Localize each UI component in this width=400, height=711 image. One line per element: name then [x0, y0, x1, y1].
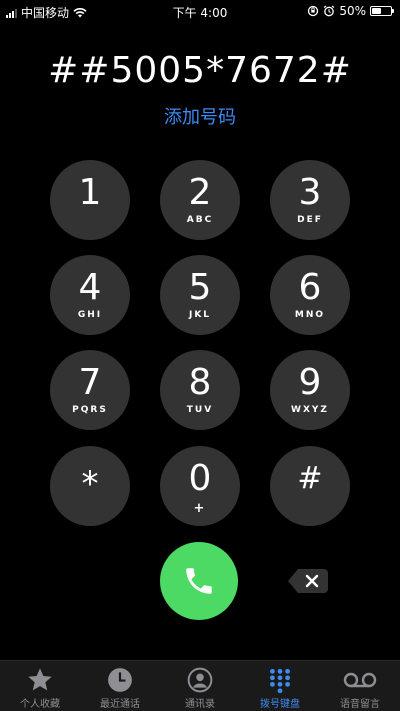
alarm-icon	[323, 5, 335, 17]
key-2[interactable]: 2 ABC	[160, 160, 240, 240]
tab-voicemail[interactable]: 语音留言	[320, 661, 400, 711]
key-digit: 7	[78, 362, 102, 403]
key-letters: WXYZ	[291, 405, 329, 415]
tab-favorites[interactable]: 个人收藏	[0, 661, 80, 711]
key-8[interactable]: 8 TUV	[160, 350, 240, 430]
key-letters: GHI	[77, 310, 103, 320]
key-letters: +	[193, 501, 207, 516]
key-4[interactable]: 4 GHI	[50, 255, 130, 335]
key-digit: 0	[188, 458, 212, 499]
call-button[interactable]	[160, 542, 238, 620]
key-letters: DEF	[297, 215, 323, 225]
tab-label: 语音留言	[340, 699, 380, 710]
star-icon	[25, 665, 55, 695]
tab-contacts[interactable]: 通讯录	[160, 661, 240, 711]
tab-recents[interactable]: 最近通话	[80, 661, 160, 711]
backspace-icon	[288, 569, 328, 593]
key-hash[interactable]: #	[270, 446, 350, 526]
battery-icon	[370, 6, 394, 16]
delete-button[interactable]	[288, 569, 328, 593]
tab-label: 拨号键盘	[260, 699, 300, 710]
key-digit: 2	[188, 172, 212, 213]
key-6[interactable]: 6 MNO	[270, 255, 350, 335]
tab-label: 通讯录	[185, 699, 215, 710]
tab-bar: 个人收藏 最近通话 通讯录 拨号键盘 语音留言	[0, 660, 400, 711]
key-letters: PQRS	[72, 405, 108, 415]
tab-keypad[interactable]: 拨号键盘	[240, 661, 320, 711]
key-digit: 4	[78, 267, 102, 308]
contact-icon	[187, 665, 213, 695]
key-0[interactable]: 0 +	[160, 446, 240, 526]
key-digit: 6	[298, 267, 322, 308]
tab-label: 最近通话	[100, 699, 140, 710]
key-5[interactable]: 5 JKL	[160, 255, 240, 335]
key-digit: 8	[188, 362, 212, 403]
clock-icon	[107, 665, 133, 695]
tab-label: 个人收藏	[20, 699, 60, 710]
key-star[interactable]: *	[50, 446, 130, 526]
key-letters: MNO	[294, 310, 326, 320]
keypad-icon	[267, 665, 293, 695]
status-bar: 中国移动 下午 4:00 50%	[0, 0, 400, 22]
key-digit: 9	[298, 362, 322, 403]
key-letters: JKL	[188, 310, 212, 320]
key-digit: *	[81, 464, 99, 504]
key-3[interactable]: 3 DEF	[270, 160, 350, 240]
key-7[interactable]: 7 PQRS	[50, 350, 130, 430]
dialed-number: ##5005*7672#	[48, 50, 352, 91]
key-1[interactable]: 1	[50, 160, 130, 240]
key-9[interactable]: 9 WXYZ	[270, 350, 350, 430]
voicemail-icon	[343, 665, 377, 695]
key-letters: ABC	[186, 215, 214, 225]
phone-icon	[186, 568, 212, 594]
rotation-lock-icon	[308, 5, 319, 17]
key-digit: 5	[188, 267, 212, 308]
key-digit: #	[297, 461, 323, 496]
add-number-link[interactable]: 添加号码	[0, 103, 400, 129]
key-letters: TUV	[186, 405, 214, 415]
status-right: 50%	[307, 4, 394, 18]
key-digit: 1	[78, 172, 102, 213]
key-digit: 3	[298, 172, 322, 213]
battery-percent: 50%	[339, 4, 366, 18]
